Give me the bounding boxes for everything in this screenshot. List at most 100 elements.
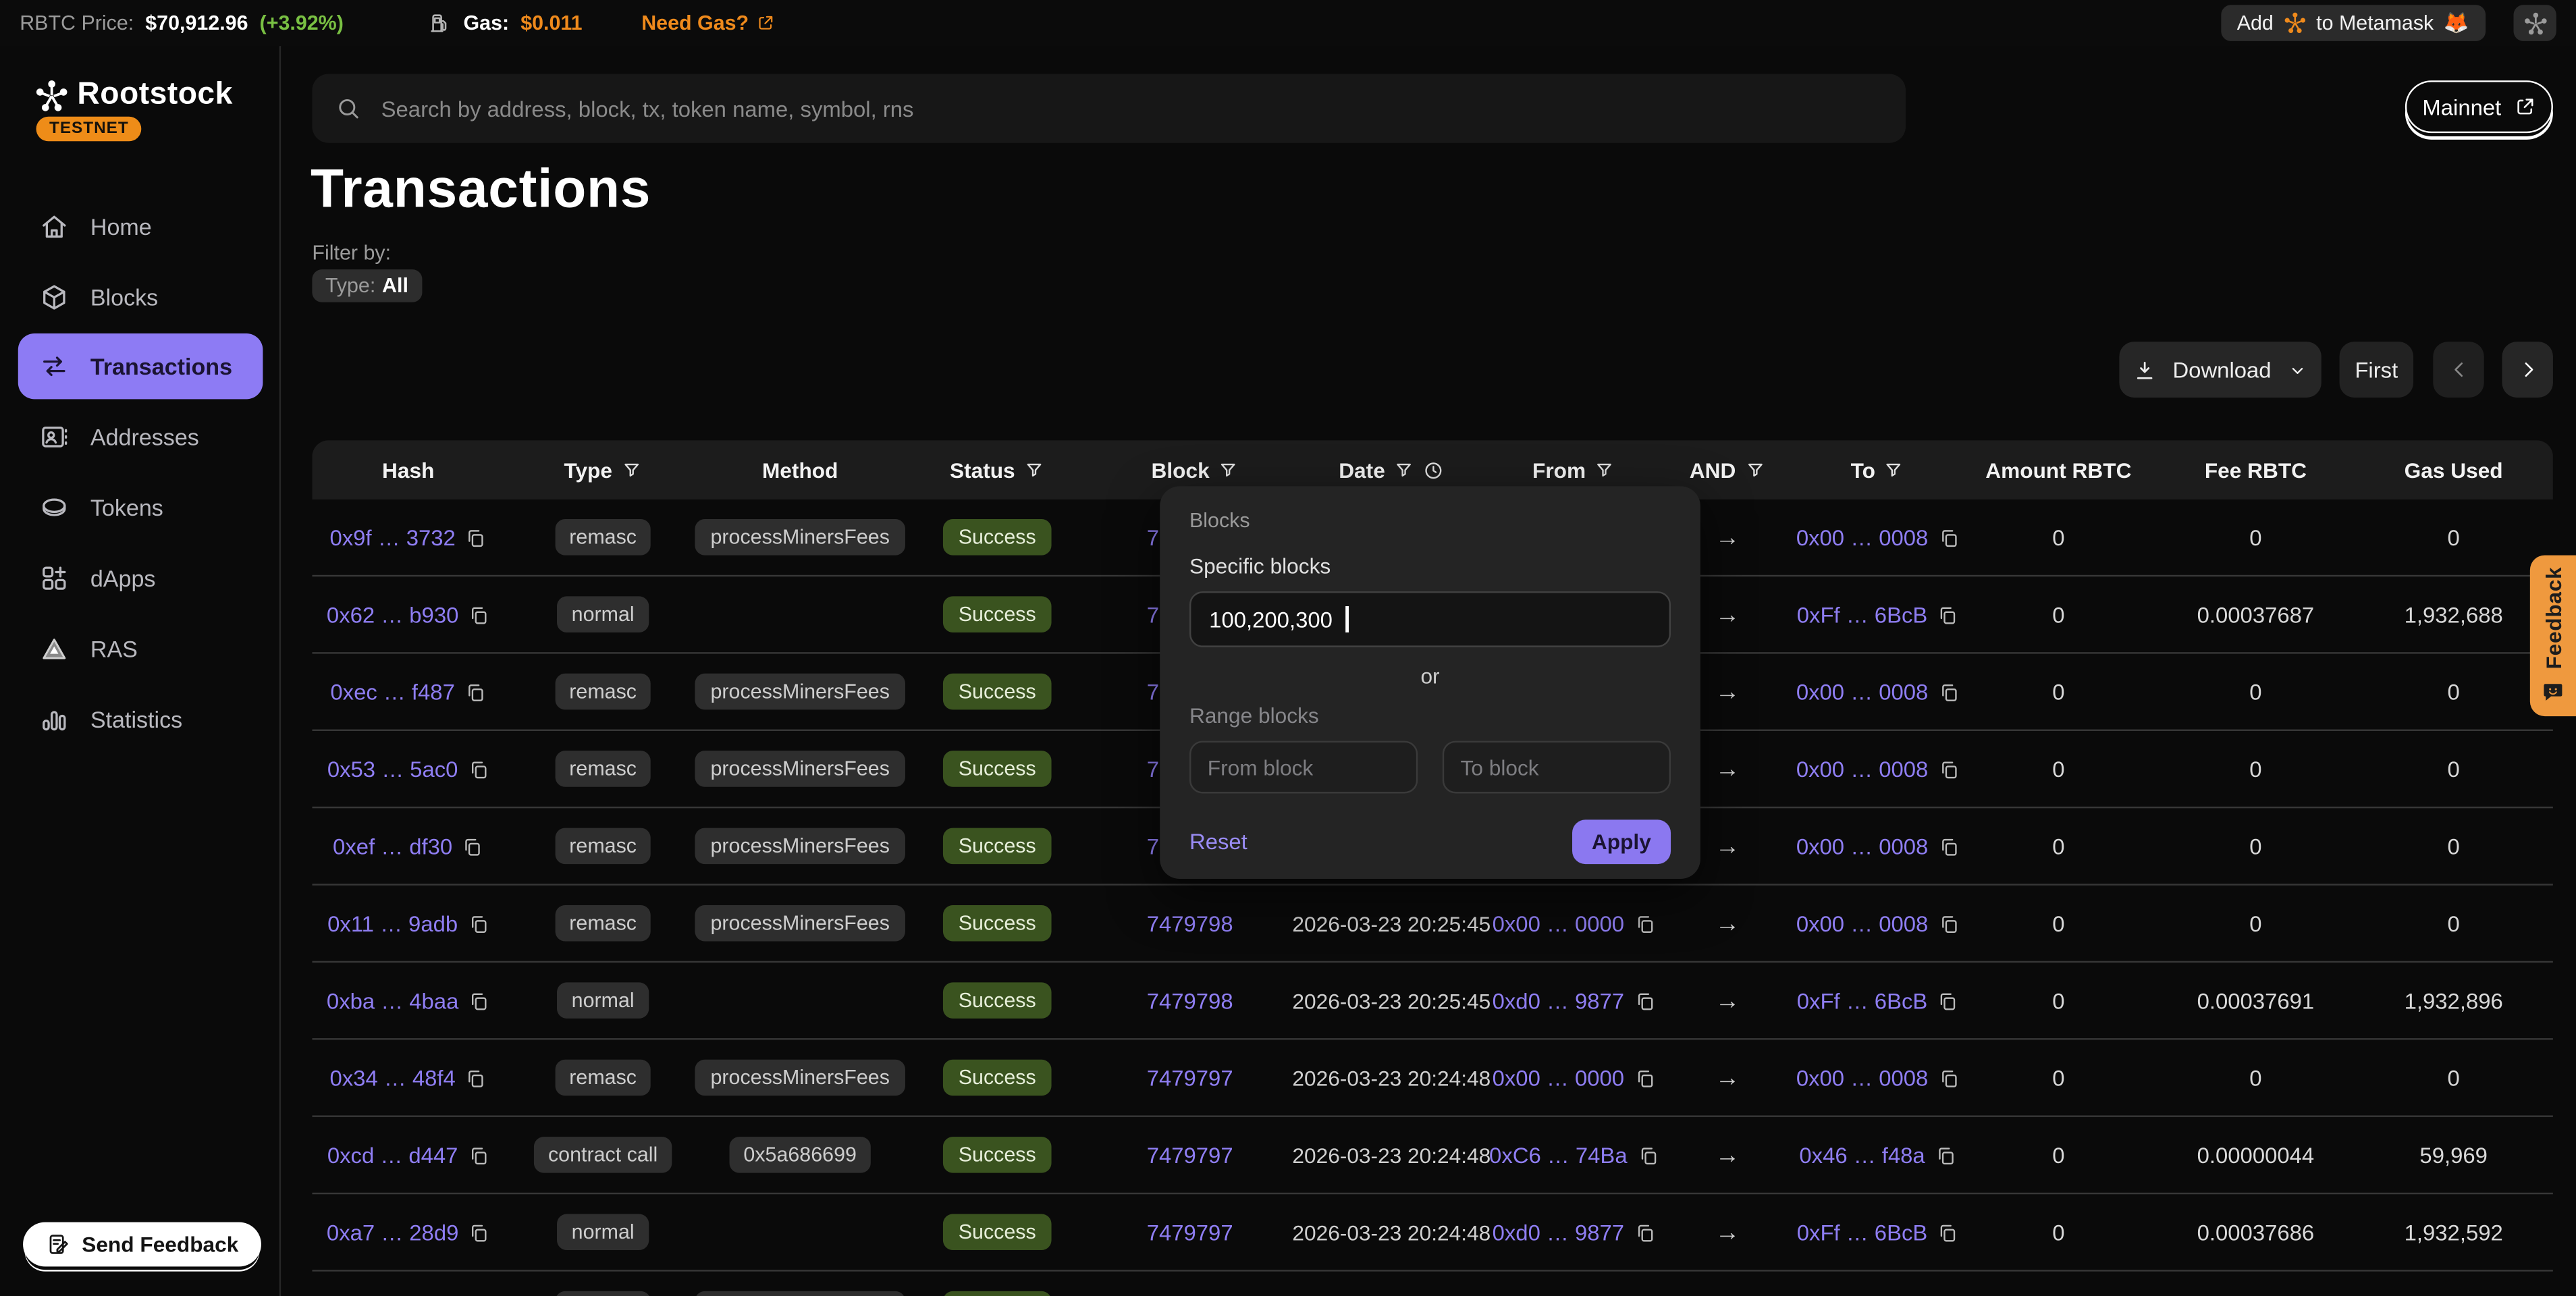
hash-link[interactable]: 0x53 … 5ac0 [327, 757, 458, 782]
copy-icon[interactable] [1937, 603, 1959, 625]
next-page-button[interactable] [2502, 342, 2552, 398]
to-link[interactable]: 0x00 … 0008 [1796, 757, 1928, 782]
copy-icon[interactable] [1938, 1067, 1960, 1089]
search-input[interactable] [378, 94, 1883, 122]
copy-icon[interactable] [1634, 1221, 1656, 1243]
copy-icon[interactable] [1634, 1067, 1656, 1089]
need-gas-link[interactable]: Need Gas? [641, 11, 775, 34]
sidebar-item-statistics[interactable]: Statistics [0, 683, 281, 754]
hash-link[interactable]: 0x34 … 48f4 [329, 1065, 455, 1090]
copy-icon[interactable] [468, 1221, 490, 1243]
from-link[interactable]: 0xC6 … 74Ba [1489, 1143, 1628, 1168]
hash-link[interactable]: 0x11 … 9adb [327, 911, 458, 936]
filter-funnel-icon[interactable] [1744, 459, 1766, 481]
specific-blocks-input[interactable] [1189, 591, 1671, 647]
first-page-button[interactable]: First [2340, 342, 2414, 398]
cell-date: 2026-03-23 20:24:48 [1295, 1143, 1488, 1168]
copy-icon[interactable] [1938, 758, 1960, 780]
feedback-side-tab[interactable]: Feedback [2530, 556, 2576, 716]
download-button[interactable]: Download [2119, 342, 2321, 398]
to-block-input[interactable] [1443, 741, 1671, 794]
brand-logo[interactable]: Rootstock [34, 77, 233, 113]
copy-icon[interactable] [468, 758, 489, 780]
to-link[interactable]: 0xFf … 6BcB [1797, 1220, 1928, 1245]
from-link[interactable]: 0x00 … 0000 [1493, 1065, 1624, 1090]
copy-icon[interactable] [1938, 681, 1960, 703]
copy-icon[interactable] [1938, 836, 1960, 857]
page-title: Transactions [311, 158, 651, 220]
copy-icon[interactable] [462, 836, 484, 857]
filter-funnel-icon[interactable] [1883, 459, 1905, 481]
dapps-icon [39, 563, 69, 593]
sidebar-item-home[interactable]: Home [0, 190, 281, 261]
apply-button[interactable]: Apply [1572, 819, 1671, 864]
filter-funnel-icon[interactable] [1218, 459, 1239, 481]
to-link[interactable]: 0x46 … f48a [1799, 1143, 1925, 1168]
hash-link[interactable]: 0xa7 … 28d9 [327, 1220, 458, 1245]
clock-icon[interactable] [1423, 459, 1445, 481]
to-link[interactable]: 0xFf … 6BcB [1797, 602, 1928, 627]
filter-funnel-icon[interactable] [1594, 459, 1615, 481]
copy-icon[interactable] [1634, 990, 1656, 1011]
reset-link[interactable]: Reset [1189, 830, 1247, 855]
block-link[interactable]: 7479797 [1147, 1065, 1233, 1090]
filter-funnel-icon[interactable] [620, 459, 642, 481]
sidebar-item-dapps[interactable]: dApps [0, 542, 281, 613]
mainnet-switch-button[interactable]: Mainnet [2405, 80, 2553, 133]
from-link[interactable]: 0x00 … 0000 [1493, 911, 1624, 936]
hash-link[interactable]: 0x9f … 3732 [329, 525, 455, 550]
type-filter-chip[interactable]: Type: All [312, 269, 421, 302]
copy-icon[interactable] [1637, 1144, 1659, 1166]
hash-link[interactable]: 0xba … 4baa [327, 988, 458, 1013]
copy-icon[interactable] [465, 1067, 487, 1089]
filter-funnel-icon[interactable] [1023, 459, 1045, 481]
send-feedback-button[interactable]: Send Feedback [23, 1222, 261, 1267]
copy-icon[interactable] [468, 603, 490, 625]
copy-icon[interactable] [1634, 913, 1656, 934]
block-link[interactable]: 7479797 [1147, 1220, 1233, 1245]
sidebar-item-transactions[interactable]: Transactions [18, 333, 263, 399]
previous-page-button[interactable] [2433, 342, 2484, 398]
hash-link[interactable]: 0xec … f487 [330, 679, 454, 704]
rootstock-mark-button[interactable] [2514, 5, 2556, 41]
hash-link[interactable]: 0xef … df30 [333, 834, 452, 859]
block-link[interactable]: 7 [1147, 525, 1159, 550]
copy-icon[interactable] [468, 990, 490, 1011]
copy-icon[interactable] [1937, 1221, 1959, 1243]
type-chip: remasc [554, 828, 651, 865]
sidebar-item-tokens[interactable]: Tokens [0, 471, 281, 542]
copy-icon[interactable] [1937, 990, 1959, 1011]
cell-method: processMinersFees [701, 828, 898, 865]
to-link[interactable]: 0x00 … 0008 [1796, 679, 1928, 704]
sidebar-item-ras[interactable]: RAS [0, 613, 281, 684]
from-block-input[interactable] [1189, 741, 1418, 794]
to-link[interactable]: 0x00 … 0008 [1796, 834, 1928, 859]
block-link[interactable]: 7 [1147, 834, 1159, 859]
sidebar-item-addresses[interactable]: Addresses [0, 401, 281, 472]
block-link[interactable]: 7479797 [1147, 1143, 1233, 1168]
copy-icon[interactable] [468, 913, 489, 934]
to-link[interactable]: 0x00 … 0008 [1796, 525, 1928, 550]
hash-link[interactable]: 0x62 … b930 [327, 602, 458, 627]
block-link[interactable]: 7479798 [1147, 988, 1233, 1013]
hash-link[interactable]: 0xcd … d447 [327, 1143, 458, 1168]
sidebar-item-blocks[interactable]: Blocks [0, 261, 281, 332]
from-link[interactable]: 0xd0 … 9877 [1493, 988, 1624, 1013]
to-link[interactable]: 0x00 … 0008 [1796, 911, 1928, 936]
block-link[interactable]: 7 [1147, 757, 1159, 782]
to-link[interactable]: 0xFf … 6BcB [1797, 988, 1928, 1013]
block-link[interactable]: 7 [1147, 679, 1159, 704]
copy-icon[interactable] [465, 526, 487, 548]
block-link[interactable]: 7479798 [1147, 911, 1233, 936]
copy-icon[interactable] [464, 681, 486, 703]
copy-icon[interactable] [1938, 526, 1960, 548]
add-to-metamask-button[interactable]: Add to Metamask 🦊 [2220, 5, 2486, 41]
filter-funnel-icon[interactable] [1393, 459, 1415, 481]
block-link[interactable]: 7 [1147, 602, 1159, 627]
amount-value: 0 [2052, 834, 2064, 859]
copy-icon[interactable] [1938, 913, 1960, 934]
copy-icon[interactable] [1935, 1144, 1956, 1166]
to-link[interactable]: 0x00 … 0008 [1796, 1065, 1928, 1090]
copy-icon[interactable] [468, 1144, 489, 1166]
from-link[interactable]: 0xd0 … 9877 [1493, 1220, 1624, 1245]
